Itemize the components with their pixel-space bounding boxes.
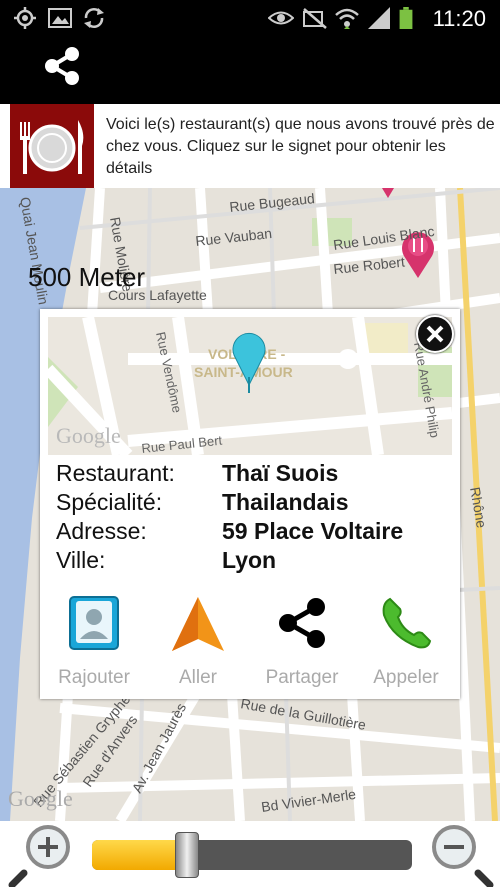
status-bar: 11:20 — [0, 0, 500, 36]
close-popup-button[interactable] — [416, 315, 454, 353]
share-icon — [279, 598, 325, 648]
map-google-watermark: Google — [8, 786, 73, 811]
eye-icon — [268, 11, 294, 25]
restaurant-city: Lyon — [222, 547, 277, 573]
sync-icon — [84, 8, 104, 28]
zoom-bar — [0, 821, 500, 889]
action-bar — [0, 36, 500, 104]
zoom-slider[interactable] — [92, 832, 412, 878]
restaurant-logo — [10, 104, 94, 188]
share-icon[interactable] — [42, 46, 82, 86]
phone-icon — [382, 597, 432, 649]
battery-icon — [399, 7, 413, 29]
zoom-slider-thumb[interactable] — [175, 832, 199, 878]
field-label: Adresse: — [56, 518, 147, 544]
add-contact-button[interactable]: Rajouter — [44, 593, 144, 689]
field-label: Restaurant: — [56, 460, 175, 486]
close-icon — [426, 325, 444, 343]
status-time: 11:20 — [432, 6, 486, 31]
wifi-icon — [335, 8, 359, 29]
action-label: Partager — [265, 667, 339, 688]
minimap-google-watermark: Google — [56, 423, 121, 448]
action-label: Aller — [178, 667, 217, 688]
zoom-out-icon[interactable] — [428, 823, 494, 887]
field-label: Spécialité: — [56, 489, 163, 515]
field-label: Ville: — [56, 547, 106, 573]
restaurant-address: 59 Place Voltaire — [222, 518, 404, 544]
add-contact-icon — [69, 596, 119, 650]
restaurant-minimap[interactable]: VOLTAIRE - SAINT-AMOUR Rue Vendôme Rue P… — [48, 317, 452, 455]
restaurant-name: Thaï Suois — [222, 460, 339, 486]
zoom-in-icon[interactable] — [8, 823, 74, 887]
restaurant-specialty: Thailandais — [222, 489, 349, 515]
info-banner: Voici le(s) restaurant(s) que nous avons… — [0, 104, 500, 188]
plate-fork-knife-icon — [20, 120, 84, 174]
call-button[interactable]: Appeler — [356, 593, 456, 689]
navigate-button[interactable]: Aller — [148, 593, 248, 689]
share-button[interactable]: Partager — [252, 593, 352, 689]
signal-icon — [368, 7, 390, 29]
navigate-arrow-icon — [172, 597, 224, 651]
info-text: Voici le(s) restaurant(s) que nous avons… — [106, 116, 495, 177]
map-scale-label: 500 Meter — [28, 262, 146, 292]
restaurant-popup: VOLTAIRE - SAINT-AMOUR Rue Vendôme Rue P… — [40, 309, 460, 699]
image-icon — [48, 8, 72, 28]
action-label: Appeler — [373, 667, 439, 688]
mute-icon — [303, 8, 327, 29]
action-label: Rajouter — [58, 667, 130, 688]
minimap-canvas: VOLTAIRE - SAINT-AMOUR Rue Vendôme Rue P… — [48, 317, 452, 455]
zoom-slider-fill — [92, 840, 186, 870]
gps-icon — [14, 7, 36, 29]
